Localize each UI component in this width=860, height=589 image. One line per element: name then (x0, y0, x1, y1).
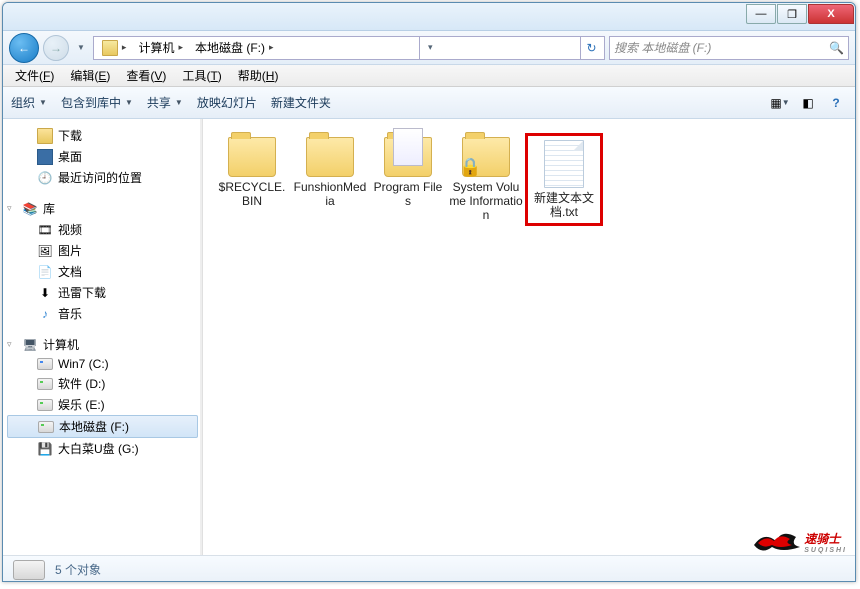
folder-icon (306, 137, 354, 177)
content-area: 下载 桌面 🕘最近访问的位置 ▿📚库 🎞视频 🖼图片 📄文档 ⬇迅雷下载 ♪音乐… (3, 119, 855, 555)
navigation-pane[interactable]: 下载 桌面 🕘最近访问的位置 ▿📚库 🎞视频 🖼图片 📄文档 ⬇迅雷下载 ♪音乐… (3, 119, 203, 555)
collapse-icon[interactable]: ▿ (7, 339, 17, 350)
file-label: $RECYCLE.BIN (215, 180, 289, 208)
search-icon[interactable]: 🔍 (829, 41, 844, 55)
address-bar[interactable]: ▸ 计算机 ▸ 本地磁盘 (F:) ▸ ▾ ↻ (93, 36, 605, 60)
sidebar-item-drive-f[interactable]: 本地磁盘 (F:) (7, 415, 198, 438)
sidebar-item-libraries[interactable]: ▿📚库 (3, 198, 202, 219)
preview-pane-button[interactable]: ◧ (797, 93, 819, 113)
text-file-icon (544, 140, 584, 188)
drive-icon (102, 40, 118, 56)
file-item[interactable]: FunshionMedia (291, 133, 369, 226)
search-input[interactable]: 搜索 本地磁盘 (F:) 🔍 (609, 36, 849, 60)
menu-edit[interactable]: 编辑(E) (62, 65, 118, 86)
address-dropdown-icon[interactable]: ▾ (419, 37, 441, 59)
sidebar-item-videos[interactable]: 🎞视频 (3, 219, 202, 240)
file-label: FunshionMedia (293, 180, 367, 208)
file-item[interactable]: $RECYCLE.BIN (213, 133, 291, 226)
view-options-button[interactable]: ▦ ▼ (769, 93, 791, 113)
titlebar: — ❐ X (3, 3, 855, 31)
history-dropdown-icon[interactable]: ▼ (73, 43, 89, 52)
menu-view[interactable]: 查看(V) (118, 65, 174, 86)
file-list[interactable]: $RECYCLE.BIN FunshionMedia Program Files… (203, 119, 855, 555)
forward-button[interactable]: → (43, 35, 69, 61)
new-folder-button[interactable]: 新建文件夹 (271, 94, 331, 111)
documents-icon: 📄 (37, 264, 53, 280)
explorer-window: — ❐ X ← → ▼ ▸ 计算机 ▸ 本地磁盘 (F:) ▸ ▾ ↻ 搜索 本… (2, 2, 856, 582)
flame-icon (752, 527, 802, 557)
file-label: System Volume Information (449, 180, 523, 222)
minimize-button[interactable]: — (746, 4, 776, 24)
slideshow-button[interactable]: 放映幻灯片 (197, 94, 257, 111)
search-placeholder: 搜索 本地磁盘 (F:) (614, 39, 711, 56)
organize-button[interactable]: 组织 ▼ (11, 94, 47, 111)
folder-icon (228, 137, 276, 177)
file-label: Program Files (371, 180, 445, 208)
help-button[interactable]: ? (825, 93, 847, 113)
status-text: 5 个对象 (55, 561, 101, 578)
drive-icon (37, 358, 53, 370)
sidebar-item-drive-c[interactable]: Win7 (C:) (3, 355, 202, 373)
library-icon: 📚 (22, 201, 38, 217)
drive-icon (13, 560, 45, 580)
recent-icon: 🕘 (37, 170, 53, 186)
sidebar-item-drive-e[interactable]: 娱乐 (E:) (3, 394, 202, 415)
watermark: 速骑士SUQISHI (752, 527, 847, 557)
sidebar-item-documents[interactable]: 📄文档 (3, 261, 202, 282)
usb-drive-icon: 💾 (37, 441, 53, 457)
menu-tools[interactable]: 工具(T) (174, 65, 229, 86)
include-library-button[interactable]: 包含到库中 ▼ (61, 94, 133, 111)
toolbar: 组织 ▼ 包含到库中 ▼ 共享 ▼ 放映幻灯片 新建文件夹 ▦ ▼ ◧ ? (3, 87, 855, 119)
sidebar-item-music[interactable]: ♪音乐 (3, 303, 202, 324)
refresh-button[interactable]: ↻ (580, 37, 602, 59)
breadcrumb-segment[interactable]: 计算机 ▸ (132, 39, 189, 56)
collapse-icon[interactable]: ▿ (7, 203, 17, 214)
breadcrumb-segment[interactable]: 本地磁盘 (F:) ▸ (189, 39, 280, 56)
file-item[interactable]: System Volume Information (447, 133, 525, 226)
drive-icon (38, 421, 54, 433)
folder-icon (384, 137, 432, 177)
locked-folder-icon (462, 137, 510, 177)
download-icon: ⬇ (37, 285, 53, 301)
nav-bar: ← → ▼ ▸ 计算机 ▸ 本地磁盘 (F:) ▸ ▾ ↻ 搜索 本地磁盘 (F… (3, 31, 855, 65)
file-label: 新建文本文档.txt (530, 191, 598, 219)
maximize-button[interactable]: ❐ (777, 4, 807, 24)
menu-help[interactable]: 帮助(H) (230, 65, 287, 86)
file-item[interactable]: Program Files (369, 133, 447, 226)
status-bar: 5 个对象 (3, 555, 855, 582)
desktop-icon (37, 149, 53, 165)
sidebar-item-drive-d[interactable]: 软件 (D:) (3, 373, 202, 394)
sidebar-item-computer[interactable]: ▿🖥计算机 (3, 334, 202, 355)
video-icon: 🎞 (37, 222, 53, 238)
folder-icon (37, 128, 53, 144)
menu-bar: 文件(F) 编辑(E) 查看(V) 工具(T) 帮助(H) (3, 65, 855, 87)
sidebar-item-desktop[interactable]: 桌面 (3, 146, 202, 167)
menu-file[interactable]: 文件(F) (7, 65, 62, 86)
sidebar-item-downloads[interactable]: 下载 (3, 125, 202, 146)
share-button[interactable]: 共享 ▼ (147, 94, 183, 111)
file-item[interactable]: 新建文本文档.txt (525, 133, 603, 226)
drive-icon (37, 399, 53, 411)
sidebar-item-recent[interactable]: 🕘最近访问的位置 (3, 167, 202, 188)
sidebar-item-pictures[interactable]: 🖼图片 (3, 240, 202, 261)
sidebar-item-xunlei[interactable]: ⬇迅雷下载 (3, 282, 202, 303)
sidebar-item-drive-g[interactable]: 💾大白菜U盘 (G:) (3, 438, 202, 459)
computer-icon: 🖥 (22, 337, 38, 353)
drive-icon (37, 378, 53, 390)
close-button[interactable]: X (808, 4, 854, 24)
back-button[interactable]: ← (9, 33, 39, 63)
music-icon: ♪ (37, 306, 53, 322)
pictures-icon: 🖼 (37, 243, 53, 259)
